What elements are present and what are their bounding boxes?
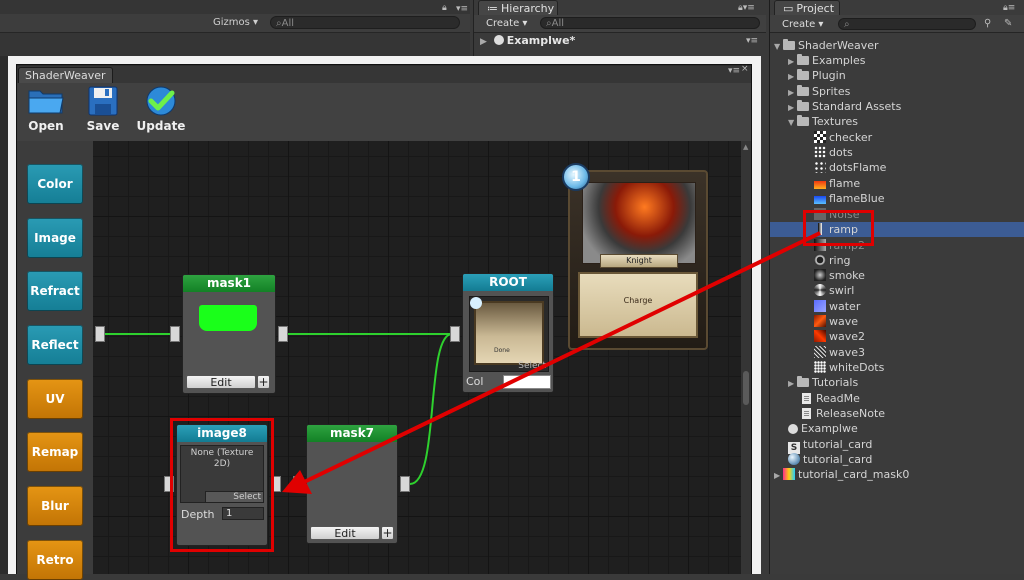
scene-view-edge — [0, 56, 8, 574]
drag-arrow-line — [299, 231, 821, 486]
drag-arrow — [282, 231, 821, 494]
